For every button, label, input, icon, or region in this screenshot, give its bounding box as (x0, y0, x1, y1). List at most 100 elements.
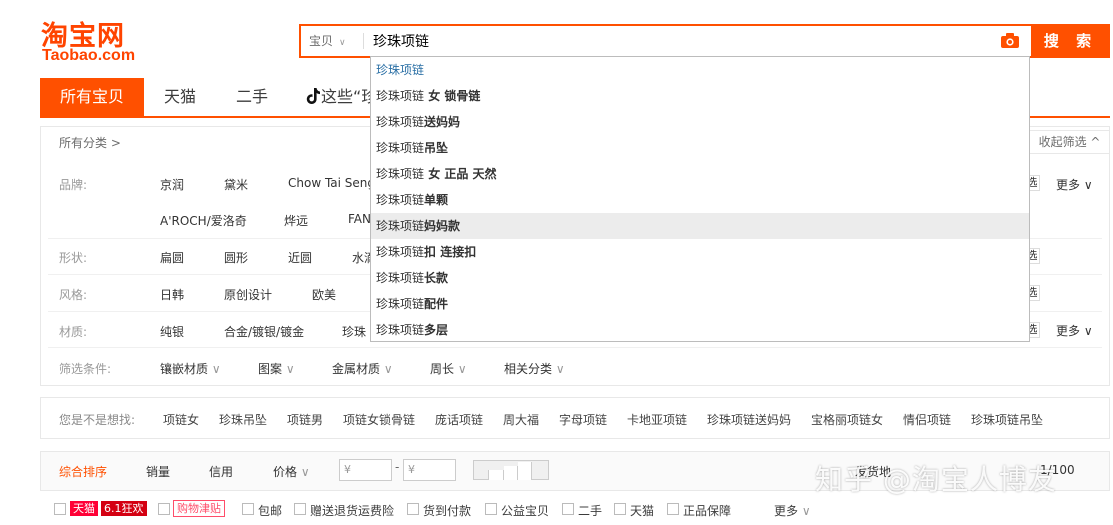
sort-sales[interactable]: 销量 (146, 463, 170, 480)
suggestion-item[interactable]: 珍珠项链 女 锁骨链 (371, 83, 1029, 109)
condition-dropdown[interactable]: 图案 ∨ (258, 360, 295, 377)
suggestion-suffix: 女 正品 天然 (424, 167, 497, 181)
suggestion-item[interactable]: 珍珠项链配件 (371, 291, 1029, 317)
related-search-link[interactable]: 字母项链 (559, 411, 607, 428)
suggestion-item[interactable]: 珍珠项链扣 连接扣 (371, 239, 1029, 265)
chevron-down-icon: ∨ (454, 362, 467, 376)
more-label: 更多 (774, 504, 799, 518)
price-range-chart[interactable] (473, 460, 549, 480)
material-option[interactable]: 珍珠 (342, 323, 366, 340)
checkbox[interactable] (407, 503, 419, 515)
related-search-link[interactable]: 珍珠项链送妈妈 (707, 411, 791, 428)
suggestion-prefix: 珍珠项链 (376, 219, 425, 233)
suggestion-suffix: 妈妈款 (424, 219, 461, 233)
brand-option[interactable]: 京润 (160, 176, 184, 193)
tab-tmall[interactable]: 天猫 (164, 78, 196, 116)
suggestion-item[interactable]: 珍珠项链长款 (371, 265, 1029, 291)
camera-icon[interactable] (1001, 33, 1019, 48)
tmall-badge[interactable]: 天猫 (70, 501, 98, 516)
brand-option[interactable]: Chow Tai Seng (288, 176, 375, 190)
suggestion-suffix: 配件 (424, 297, 449, 311)
checkbox[interactable] (667, 503, 679, 515)
condition-dropdown[interactable]: 相关分类 ∨ (504, 360, 565, 377)
conditions-label: 筛选条件: (59, 362, 112, 376)
suggestion-suffix: 长款 (424, 271, 449, 285)
taobao-logo-en[interactable]: Taobao.com (42, 47, 135, 65)
sort-price[interactable]: 价格 ∨ (273, 463, 310, 480)
related-search-link[interactable]: 项链男 (287, 411, 323, 428)
filter-charity[interactable]: 公益宝贝 (501, 502, 549, 519)
checkbox[interactable] (485, 503, 497, 515)
price-min-input[interactable]: ¥ (339, 459, 392, 481)
tab-tiktok[interactable]: 这些“珍 (306, 78, 377, 116)
material-option[interactable]: 纯银 (160, 323, 184, 340)
condition-dropdown[interactable]: 镶嵌材质 ∨ (160, 360, 221, 377)
chevron-down-icon: ∨ (208, 362, 221, 376)
shape-option[interactable]: 扁圆 (160, 249, 184, 266)
checkbox[interactable] (562, 503, 574, 515)
condition-dropdown[interactable]: 周长 ∨ (430, 360, 467, 377)
checkbox[interactable] (54, 503, 66, 515)
shopping-allowance-badge[interactable]: 购物津贴 (173, 500, 225, 517)
material-more-button[interactable]: 更多 ∨ (1056, 322, 1093, 339)
search-button[interactable]: 搜 索 (1031, 24, 1110, 58)
related-search-link[interactable]: 项链女锁骨链 (343, 411, 415, 428)
style-option[interactable]: 日韩 (160, 286, 184, 303)
related-search-link[interactable]: 宝格丽项链女 (811, 411, 883, 428)
suggestion-suffix: 扣 连接扣 (424, 245, 477, 259)
suggestion-item[interactable]: 珍珠项链单颗 (371, 187, 1029, 213)
sort-credit[interactable]: 信用 (209, 463, 233, 480)
checkbox[interactable] (242, 503, 254, 515)
promo-badge[interactable]: 6.1狂欢 (101, 501, 147, 516)
related-search-link[interactable]: 卡地亚项链 (627, 411, 687, 428)
suggestion-item[interactable]: 珍珠项链吊坠 (371, 135, 1029, 161)
shape-option[interactable]: 近圆 (288, 249, 312, 266)
chevron-down-icon: ∨ (552, 362, 565, 376)
filter-tmall[interactable]: 天猫 (630, 502, 654, 519)
brand-option[interactable]: 黛米 (224, 176, 248, 193)
style-option[interactable]: 欧美 (312, 286, 336, 303)
related-search-link[interactable]: 珍珠吊坠 (219, 411, 267, 428)
brand-option[interactable]: A'ROCH/爱洛奇 (160, 212, 247, 229)
chevron-down-icon: ∨ (339, 38, 346, 48)
suggestion-item[interactable]: 珍珠项链多层 (371, 317, 1029, 343)
filter-return-insurance[interactable]: 赠送退货运费险 (310, 502, 394, 519)
suggestion-item[interactable]: 珍珠项链 (371, 57, 1029, 83)
related-search-link[interactable]: 珍珠项链吊坠 (971, 411, 1043, 428)
suggestion-suffix: 女 锁骨链 (424, 89, 481, 103)
filter-more-button[interactable]: 更多 ∨ (774, 502, 811, 519)
suggestion-item[interactable]: 珍珠项链妈妈款 (371, 213, 1029, 239)
brand-option[interactable]: 烨远 (284, 212, 308, 229)
price-max-input[interactable]: ¥ (403, 459, 456, 481)
tab-secondhand[interactable]: 二手 (236, 78, 268, 116)
suggestion-prefix: 珍珠项链 (376, 89, 425, 103)
search-type-select[interactable]: 宝贝 ∨ (309, 32, 346, 49)
suggestion-suffix: 吊坠 (424, 141, 449, 155)
suggestion-item[interactable]: 珍珠项链送妈妈 (371, 109, 1029, 135)
chevron-down-icon: ∨ (380, 362, 393, 376)
sort-default[interactable]: 综合排序 (59, 463, 107, 480)
filter-cod[interactable]: 货到付款 (423, 502, 471, 519)
condition-dropdown[interactable]: 金属材质 ∨ (332, 360, 393, 377)
checkbox[interactable] (294, 503, 306, 515)
style-option[interactable]: 原创设计 (224, 286, 272, 303)
related-search-link[interactable]: 情侣项链 (903, 411, 951, 428)
checkbox[interactable] (614, 503, 626, 515)
material-option[interactable]: 合金/镀银/镀金 (224, 323, 304, 340)
suggestion-prefix: 珍珠项链 (376, 115, 425, 129)
filter-free-shipping[interactable]: 包邮 (258, 502, 282, 519)
suggestion-item[interactable]: 珍珠项链 女 正品 天然 (371, 161, 1029, 187)
tiktok-icon (306, 88, 320, 104)
related-search-link[interactable]: 周大福 (503, 411, 539, 428)
filter-genuine[interactable]: 正品保障 (683, 502, 731, 519)
checkbox[interactable] (158, 503, 170, 515)
search-input[interactable] (373, 29, 993, 53)
related-search-link[interactable]: 项链女 (163, 411, 199, 428)
filter-secondhand[interactable]: 二手 (578, 502, 602, 519)
brand-option[interactable]: FAN (348, 212, 371, 226)
more-label: 更多 (1056, 324, 1081, 338)
brand-more-button[interactable]: 更多 ∨ (1056, 176, 1093, 193)
shape-option[interactable]: 圆形 (224, 249, 248, 266)
tab-all[interactable]: 所有宝贝 (40, 78, 145, 116)
related-search-link[interactable]: 庞话项链 (435, 411, 483, 428)
